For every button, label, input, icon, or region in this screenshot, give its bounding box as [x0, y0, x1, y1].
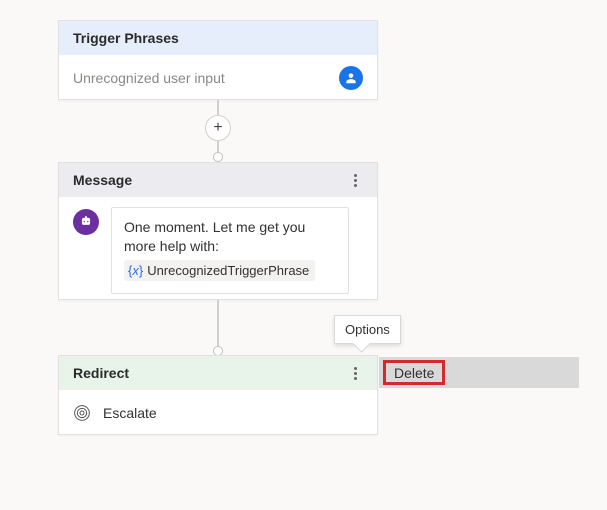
delete-label: Delete	[394, 365, 434, 381]
add-node-button[interactable]: +	[205, 115, 231, 141]
options-tooltip: Options	[334, 315, 401, 344]
message-content[interactable]: One moment. Let me get you more help wit…	[111, 207, 349, 294]
vertical-dots-icon	[354, 367, 357, 380]
redirect-title: Redirect	[73, 365, 129, 381]
vertical-dots-icon	[354, 174, 357, 187]
plus-icon: +	[213, 121, 222, 135]
redirect-options-button[interactable]	[343, 361, 367, 385]
trigger-phrases-header: Trigger Phrases	[59, 21, 377, 55]
bot-icon	[73, 209, 99, 235]
variable-chip[interactable]: {x} UnrecognizedTriggerPhrase	[124, 260, 315, 282]
variable-name: UnrecognizedTriggerPhrase	[147, 262, 309, 280]
user-icon	[339, 66, 363, 90]
redirect-card[interactable]: Redirect Escalate	[58, 355, 378, 435]
escalate-icon	[73, 404, 91, 422]
delete-menu-item[interactable]: Delete	[383, 360, 445, 385]
trigger-phrase-text: Unrecognized user input	[73, 70, 225, 86]
message-text: One moment. Let me get you more help wit…	[124, 218, 336, 256]
redirect-target: Escalate	[103, 405, 157, 421]
message-options-button[interactable]	[343, 168, 367, 192]
trigger-phrases-card[interactable]: Trigger Phrases Unrecognized user input	[58, 20, 378, 100]
connector-dot	[213, 152, 223, 162]
variable-icon: {x}	[128, 262, 143, 280]
message-card[interactable]: Message One moment. Let me get you more …	[58, 162, 378, 300]
trigger-phrases-title: Trigger Phrases	[73, 30, 179, 46]
message-title: Message	[73, 172, 132, 188]
context-menu: Delete	[379, 357, 579, 388]
tooltip-text: Options	[345, 322, 390, 337]
